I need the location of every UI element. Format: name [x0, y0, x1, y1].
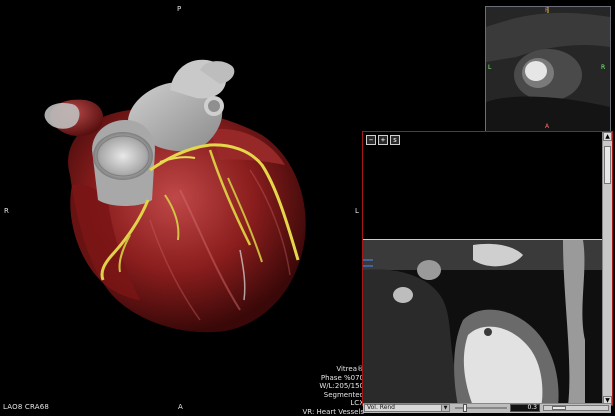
curved-mpr-image: [363, 240, 603, 406]
slab-thickness-field[interactable]: 0.3: [510, 404, 540, 412]
axial-inset-view[interactable]: P L R A: [485, 6, 611, 132]
view-angle-label: LAO8 CRA68: [3, 403, 49, 411]
zoom-in-button[interactable]: +: [378, 135, 388, 145]
orientation-right: L: [355, 207, 359, 215]
inset-marker-left: L: [488, 64, 491, 71]
render-mode-value: Vol. Rend: [367, 404, 395, 411]
curved-mpr-panel[interactable]: − + s ▲ ▼: [362, 131, 613, 406]
zoom-out-button[interactable]: −: [366, 135, 376, 145]
slab-thickness-slider[interactable]: [455, 407, 507, 409]
mpr-vertical-scrollbar[interactable]: ▲ ▼: [602, 132, 612, 405]
options-button[interactable]: s: [390, 135, 400, 145]
inset-marker-bottom: A: [545, 123, 549, 130]
mpr-horizontal-scrollbar[interactable]: [543, 405, 609, 411]
scroll-thumb[interactable]: [604, 146, 611, 184]
scroll-up-arrow[interactable]: ▲: [603, 132, 612, 141]
mode-label: Segmented: [303, 391, 364, 400]
render-mode-select[interactable]: Vol. Rend ▼: [364, 404, 450, 412]
vessel-label: LCX: [303, 399, 364, 408]
viewport-info-overlay: Vitrea® Phase %070 W/L:205/150 Segmented…: [303, 365, 364, 416]
chevron-down-icon: ▼: [441, 405, 449, 411]
inset-marker-right: R: [601, 64, 605, 71]
orientation-left: R: [4, 207, 9, 215]
window-level-label: W/L:205/150: [303, 382, 364, 391]
axial-slice-image: [486, 7, 610, 131]
hscroll-thumb[interactable]: [552, 406, 566, 410]
mpr-toolbar: − + s: [366, 135, 400, 145]
vendor-label: Vitrea®: [303, 365, 364, 374]
orientation-bottom: A: [178, 403, 183, 411]
slider-knob[interactable]: [463, 404, 467, 412]
orientation-top: P: [177, 5, 181, 13]
phase-label: Phase %070: [303, 374, 364, 383]
inset-marker-top: P: [545, 7, 549, 14]
